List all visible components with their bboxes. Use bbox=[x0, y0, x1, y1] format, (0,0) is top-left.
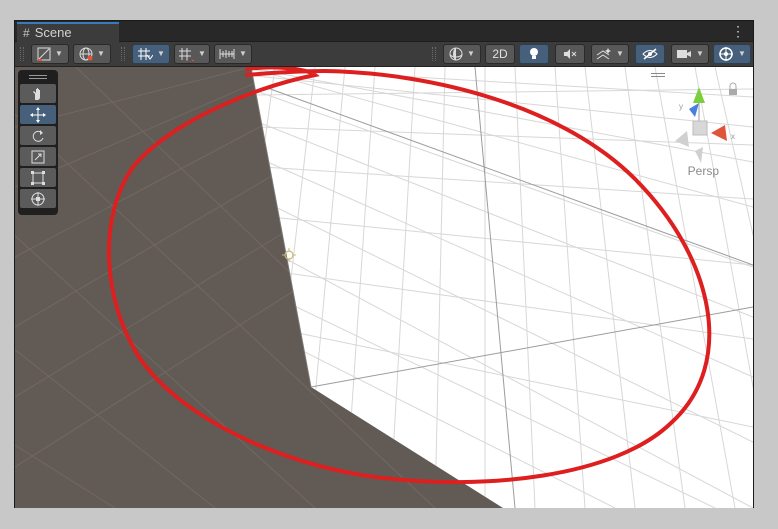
eye-hidden-icon bbox=[642, 48, 658, 60]
projection-label[interactable]: Persp bbox=[688, 164, 719, 178]
camera-button[interactable]: ▼ bbox=[671, 44, 709, 64]
x-axis-cone bbox=[711, 125, 727, 141]
chevron-down-icon: ▼ bbox=[198, 49, 206, 58]
hand-tool[interactable] bbox=[20, 84, 56, 103]
rotate-icon bbox=[32, 129, 44, 142]
lock-icon bbox=[729, 82, 737, 95]
chevron-down-icon: ▼ bbox=[239, 49, 247, 58]
svg-text:x: x bbox=[731, 132, 735, 141]
scene-render bbox=[15, 67, 753, 508]
draw-mode-button[interactable]: ▼ bbox=[31, 44, 69, 64]
globe-icon bbox=[79, 47, 93, 61]
grid-icon: # bbox=[23, 26, 30, 40]
tools-overlay bbox=[18, 70, 58, 215]
sphere-icon bbox=[449, 47, 463, 61]
effects-button[interactable]: ▼ bbox=[591, 44, 629, 64]
y-axis-cone bbox=[693, 87, 705, 103]
shaded-draw-icon bbox=[37, 47, 51, 61]
chevron-down-icon: ▼ bbox=[55, 49, 63, 58]
scene-window: # Scene ⋮ ▼ ▼ ▼ ▼ ▼ ▼ 2D ▼ ▼ ▼ y x Persp bbox=[14, 20, 754, 509]
grid-toggle-button[interactable]: ▼ bbox=[132, 44, 170, 64]
gizmo-icon bbox=[719, 47, 734, 61]
gizmos-button[interactable]: ▼ bbox=[713, 44, 751, 64]
chevron-down-icon: ▼ bbox=[157, 49, 165, 58]
ruler-button[interactable]: ▼ bbox=[214, 44, 252, 64]
snap-icon bbox=[179, 48, 195, 61]
gizmo-menu-icon[interactable] bbox=[651, 73, 665, 79]
tools-overlay-handle[interactable] bbox=[20, 72, 56, 82]
bottom-strip bbox=[14, 508, 754, 529]
chevron-down-icon: ▼ bbox=[97, 49, 105, 58]
chevron-down-icon: ▼ bbox=[738, 49, 746, 58]
chevron-down-icon: ▼ bbox=[616, 49, 624, 58]
chevron-down-icon: ▼ bbox=[696, 49, 704, 58]
rect-transform-icon bbox=[31, 170, 45, 185]
scale-tool[interactable] bbox=[20, 147, 56, 166]
kebab-menu-icon[interactable]: ⋮ bbox=[731, 22, 745, 40]
lightbulb-icon bbox=[530, 48, 538, 59]
scene-toolbar: ▼ ▼ ▼ ▼ ▼ ▼ 2D ▼ ▼ ▼ bbox=[15, 42, 753, 67]
lighting-button[interactable] bbox=[519, 44, 549, 64]
increment-snap-button[interactable]: ▼ bbox=[174, 44, 210, 64]
tab-bar: # Scene ⋮ bbox=[15, 21, 753, 42]
tab-scene-label: Scene bbox=[34, 25, 72, 40]
hand-icon bbox=[33, 87, 40, 100]
camera-icon bbox=[677, 50, 692, 58]
toolbar-grip[interactable] bbox=[432, 47, 436, 61]
rect-tool[interactable] bbox=[20, 168, 56, 187]
effects-icon bbox=[596, 48, 612, 60]
scale-icon bbox=[31, 150, 45, 163]
z-axis-cone bbox=[689, 103, 699, 117]
mode-2d-label: 2D bbox=[492, 47, 508, 61]
tab-scene[interactable]: # Scene bbox=[17, 22, 119, 42]
speaker-mute-icon bbox=[564, 49, 577, 59]
scene-viewport[interactable]: y x Persp bbox=[15, 67, 753, 508]
toolbar-grip[interactable] bbox=[20, 47, 24, 61]
mode-2d-button[interactable]: 2D bbox=[485, 44, 515, 64]
grid-snap-icon bbox=[138, 48, 154, 60]
visibility-button[interactable] bbox=[635, 44, 665, 64]
move-tool[interactable] bbox=[20, 105, 56, 124]
toolbar-grip[interactable] bbox=[121, 47, 125, 61]
orientation-button[interactable]: ▼ bbox=[443, 44, 481, 64]
ruler-icon bbox=[219, 49, 235, 59]
chevron-down-icon: ▼ bbox=[467, 49, 475, 58]
transform-icon bbox=[31, 191, 45, 206]
render-mode-button[interactable]: ▼ bbox=[73, 44, 111, 64]
audio-button[interactable] bbox=[555, 44, 585, 64]
move-icon bbox=[30, 106, 46, 123]
transform-tool[interactable] bbox=[20, 189, 56, 208]
rotate-tool[interactable] bbox=[20, 126, 56, 145]
svg-text:y: y bbox=[679, 102, 683, 111]
